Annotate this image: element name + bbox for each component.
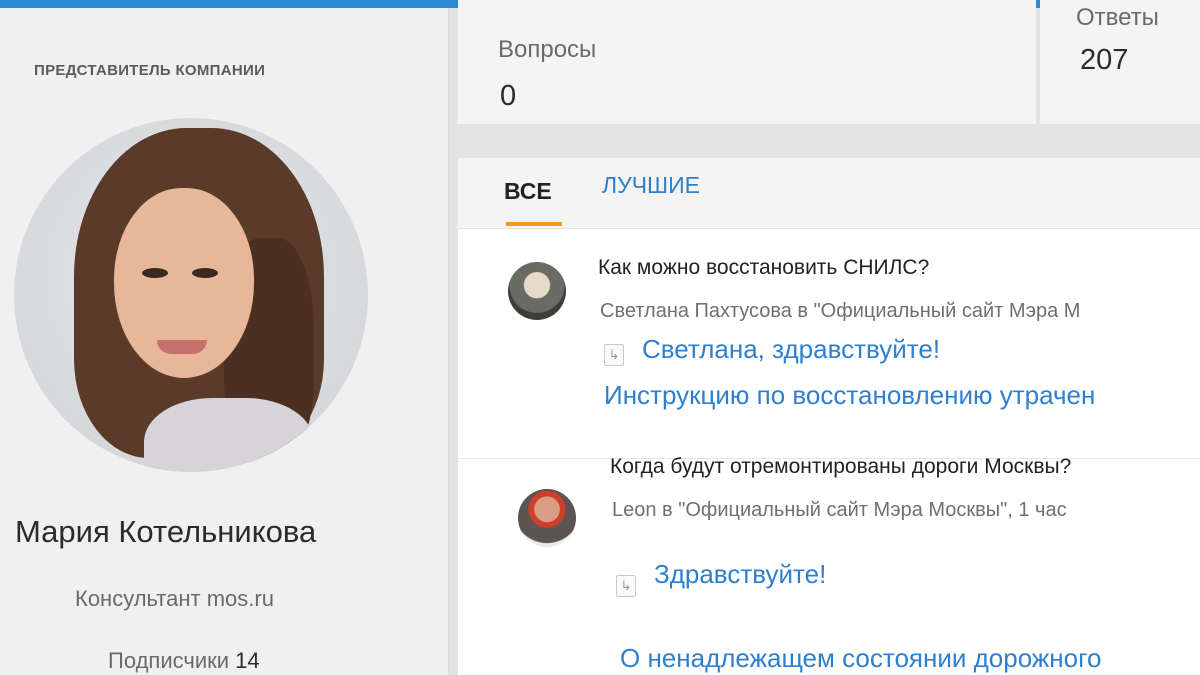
avatar[interactable] bbox=[14, 118, 368, 472]
avatar-shoulder bbox=[144, 398, 314, 472]
answers-feed: ВСЕ ЛУЧШИЕ Как можно восстановить СНИЛС?… bbox=[458, 158, 1200, 675]
reply-arrow-icon: ↳ bbox=[604, 344, 624, 366]
author-avatar[interactable] bbox=[518, 489, 576, 547]
company-representative-label: ПРЕДСТАВИТЕЛЬ КОМПАНИИ bbox=[34, 62, 266, 79]
question-meta: Светлана Пахтусова в "Официальный сайт М… bbox=[600, 300, 1081, 322]
answer-greeting-link[interactable]: Светлана, здравствуйте! bbox=[642, 334, 940, 365]
list-item: Когда будут отремонтированы дороги Москв… bbox=[458, 455, 1200, 675]
profile-name: Мария Котельникова bbox=[15, 514, 317, 549]
avatar-eye-right bbox=[192, 268, 218, 278]
list-item: Как можно восстановить СНИЛС? Светлана П… bbox=[458, 230, 1200, 459]
question-title[interactable]: Когда будут отремонтированы дороги Москв… bbox=[610, 455, 1071, 479]
subscribers-stat[interactable]: Подписчики 14 bbox=[108, 648, 260, 674]
reply-arrow-icon: ↳ bbox=[616, 575, 636, 597]
feed-tabs: ВСЕ ЛУЧШИЕ bbox=[458, 158, 1200, 229]
author-avatar[interactable] bbox=[508, 262, 566, 320]
profile-position: Консультант mos.ru bbox=[75, 586, 274, 611]
answers-stat[interactable]: Ответы 207 bbox=[1040, 0, 1200, 124]
question-meta: Leon в "Официальный сайт Мэра Москвы", 1… bbox=[612, 499, 1067, 521]
subscribers-label: Подписчики bbox=[108, 648, 230, 673]
questions-count: 0 bbox=[500, 80, 517, 112]
tab-best[interactable]: ЛУЧШИЕ bbox=[602, 172, 700, 199]
active-tab-indicator bbox=[506, 222, 562, 226]
answer-body-link[interactable]: Инструкцию по восстановлению утрачен bbox=[604, 380, 1095, 411]
tab-all[interactable]: ВСЕ bbox=[504, 178, 552, 205]
question-title[interactable]: Как можно восстановить СНИЛС? bbox=[598, 256, 929, 280]
answers-count: 207 bbox=[1080, 44, 1129, 76]
avatar-mouth bbox=[157, 340, 207, 354]
avatar-eye-left bbox=[142, 268, 168, 278]
answer-body-link[interactable]: О ненадлежащем состоянии дорожного bbox=[620, 643, 1101, 674]
profile-panel: ПРЕДСТАВИТЕЛЬ КОМПАНИИ Мария Котельников… bbox=[0, 8, 449, 675]
answers-label: Ответы bbox=[1076, 4, 1159, 31]
subscribers-count: 14 bbox=[235, 648, 260, 673]
answer-greeting-link[interactable]: Здравствуйте! bbox=[654, 559, 826, 590]
questions-stat[interactable]: Вопросы 0 bbox=[458, 0, 1036, 124]
questions-label: Вопросы bbox=[498, 36, 597, 63]
